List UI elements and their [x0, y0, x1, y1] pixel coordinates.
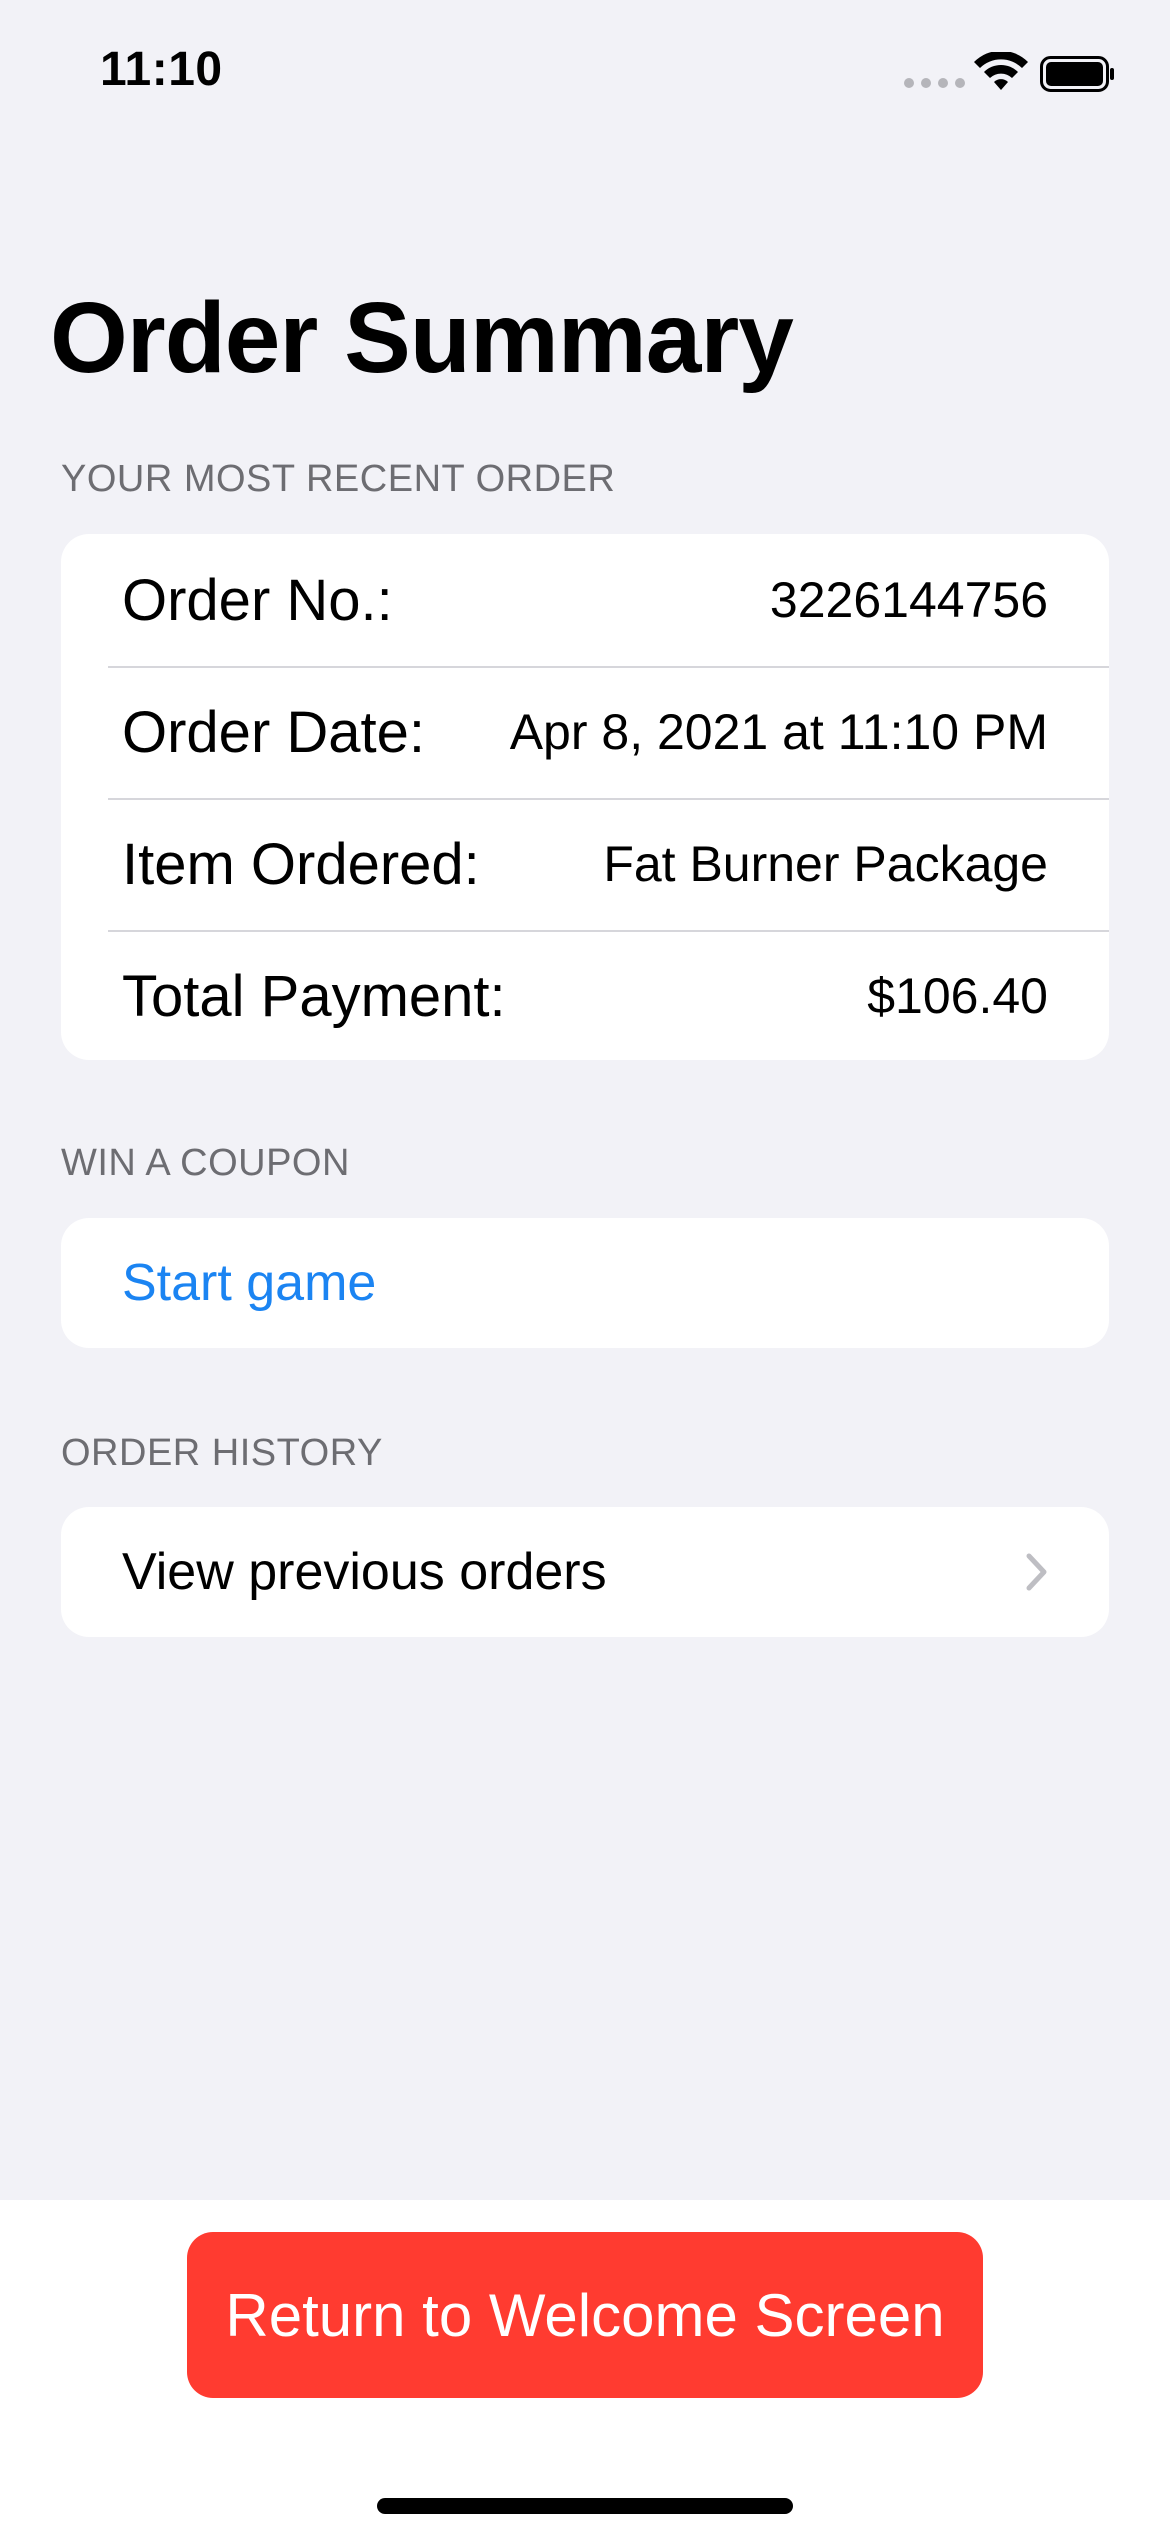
- order-number-label: Order No.:: [122, 567, 393, 633]
- cellular-signal-icon: [904, 78, 965, 88]
- total-payment-value: $106.40: [867, 968, 1048, 1024]
- order-history-section-header: ORDER HISTORY: [61, 1432, 383, 1474]
- total-payment-row: Total Payment: $106.40: [61, 930, 1109, 1060]
- status-time: 11:10: [100, 43, 223, 96]
- view-previous-orders-label: View previous orders: [122, 1543, 607, 1601]
- status-bar: 11:10: [0, 0, 1170, 150]
- view-previous-orders-button[interactable]: View previous orders: [61, 1507, 1109, 1637]
- order-number-row: Order No.: 3226144756: [61, 534, 1109, 666]
- total-payment-label: Total Payment:: [122, 963, 506, 1029]
- order-date-label: Order Date:: [122, 699, 425, 765]
- order-history-card: View previous orders: [61, 1507, 1109, 1637]
- home-indicator: [377, 2498, 793, 2514]
- start-game-row[interactable]: Start game: [61, 1218, 1109, 1348]
- recent-order-section-header: YOUR MOST RECENT ORDER: [61, 458, 616, 500]
- page-title: Order Summary: [50, 282, 794, 394]
- order-date-row: Order Date: Apr 8, 2021 at 11:10 PM: [61, 666, 1109, 798]
- item-ordered-value: Fat Burner Package: [603, 836, 1048, 892]
- chevron-right-icon: [1026, 1553, 1047, 1591]
- order-number-value: 3226144756: [769, 572, 1048, 628]
- bottom-toolbar: Return to Welcome Screen: [0, 2200, 1170, 2532]
- item-ordered-row: Item Ordered: Fat Burner Package: [61, 798, 1109, 930]
- recent-order-card: Order No.: 3226144756 Order Date: Apr 8,…: [61, 534, 1109, 1060]
- wifi-icon: [974, 52, 1028, 90]
- coupon-card: Start game: [61, 1218, 1109, 1348]
- start-game-button[interactable]: Start game: [122, 1253, 376, 1313]
- battery-icon: [1040, 56, 1114, 92]
- order-date-value: Apr 8, 2021 at 11:10 PM: [509, 704, 1048, 760]
- item-ordered-label: Item Ordered:: [122, 831, 480, 897]
- coupon-section-header: WIN A COUPON: [61, 1142, 350, 1184]
- return-to-welcome-button[interactable]: Return to Welcome Screen: [187, 2232, 983, 2398]
